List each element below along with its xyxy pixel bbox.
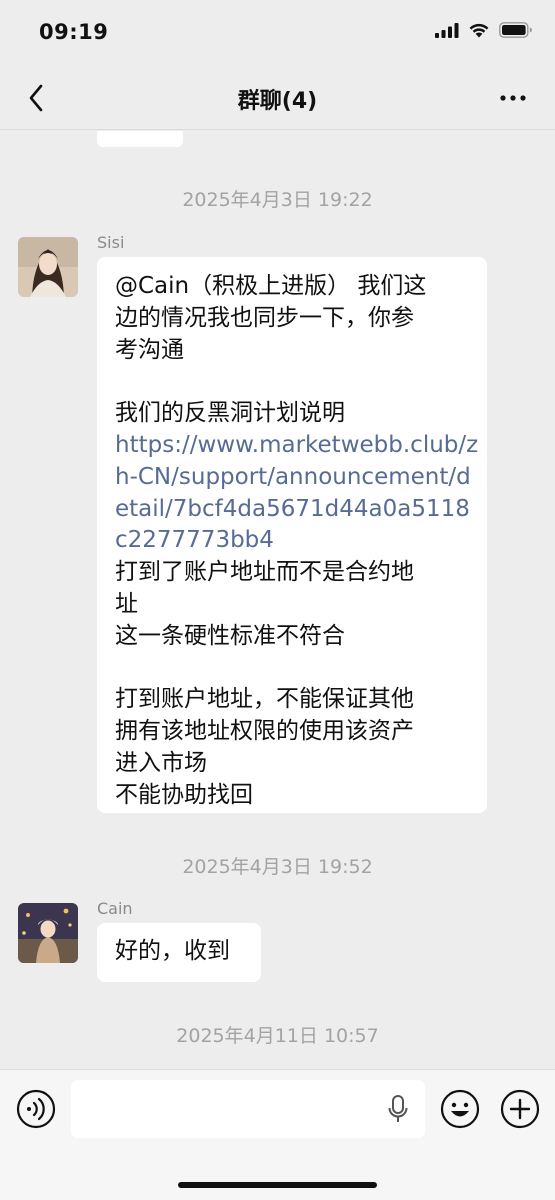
message-link[interactable]: etail/7bcf4da5671d44a0a5118 bbox=[115, 494, 470, 526]
more-functions-button[interactable] bbox=[500, 1089, 540, 1129]
plus-icon bbox=[500, 1089, 540, 1129]
chat-title: 群聊(4) bbox=[237, 89, 318, 114]
message-bubble[interactable]: @Cain（积极上进版） 我们这 边的情况我也同步一下，你参 考沟通 我们的反黑… bbox=[97, 257, 487, 813]
sender-name: Cain bbox=[97, 899, 133, 918]
message-text: 这一条硬性标准不符合 bbox=[115, 622, 345, 649]
message-link[interactable]: h-CN/support/announcement/d bbox=[115, 462, 471, 494]
battery-icon bbox=[499, 22, 533, 42]
message-text: 好的，收到 bbox=[115, 938, 230, 964]
message-timestamp: 2025年4月3日 19:52 bbox=[182, 856, 373, 878]
nav-bar: 群聊(4) bbox=[0, 66, 555, 130]
chat-screen: 09:19 群聊(4) 2025年4月3日 19:22 Sisi @Cain（积… bbox=[0, 0, 555, 1200]
message-text: 我们的反黑洞计划说明 bbox=[115, 400, 345, 427]
microphone-icon[interactable] bbox=[387, 1094, 409, 1124]
status-bar: 09:19 bbox=[0, 0, 555, 66]
signal-icon bbox=[435, 22, 459, 42]
emoji-icon bbox=[440, 1089, 480, 1129]
message-text: 进入市场 bbox=[115, 749, 207, 776]
sender-avatar-cain[interactable] bbox=[18, 903, 78, 963]
message-timestamp: 2025年4月3日 19:22 bbox=[182, 189, 373, 211]
status-time: 09:19 bbox=[39, 20, 109, 44]
message-text: 不能协助找回 bbox=[115, 781, 253, 808]
message-text: 打到账户地址，不能保证其他 bbox=[115, 686, 414, 713]
message-text: 打到了账户地址而不是合约地 bbox=[115, 559, 414, 586]
voice-button[interactable] bbox=[16, 1089, 56, 1129]
voice-icon bbox=[16, 1089, 56, 1129]
message-link[interactable]: https://www.marketwebb.club/z bbox=[115, 430, 478, 462]
previous-message-bubble[interactable] bbox=[97, 131, 183, 147]
more-button[interactable] bbox=[493, 80, 533, 116]
message-text: 址 bbox=[115, 590, 138, 617]
input-bar bbox=[0, 1069, 555, 1200]
message-text: 拥有该地址权限的使用该资产 bbox=[115, 718, 414, 745]
message-list[interactable]: 2025年4月3日 19:22 Sisi @Cain（积极上进版） 我们这 边的… bbox=[0, 131, 555, 1069]
message-link[interactable]: c2277773bb4 bbox=[115, 525, 469, 557]
emoji-button[interactable] bbox=[440, 1089, 480, 1129]
home-indicator bbox=[178, 1182, 377, 1188]
sender-name: Sisi bbox=[97, 233, 125, 252]
sender-avatar-sisi[interactable] bbox=[18, 237, 78, 297]
more-icon bbox=[500, 95, 526, 101]
message-timestamp: 2025年4月11日 10:57 bbox=[176, 1025, 379, 1047]
message-text: @Cain（积极上进版） 我们这 bbox=[115, 273, 427, 299]
wifi-icon bbox=[468, 22, 490, 42]
message-text: 边的情况我也同步一下，你参 bbox=[115, 304, 414, 331]
message-input[interactable] bbox=[71, 1080, 425, 1138]
message-bubble[interactable]: 好的，收到 bbox=[97, 923, 261, 982]
message-text: 考沟通 bbox=[115, 336, 184, 363]
status-icons bbox=[435, 22, 533, 42]
